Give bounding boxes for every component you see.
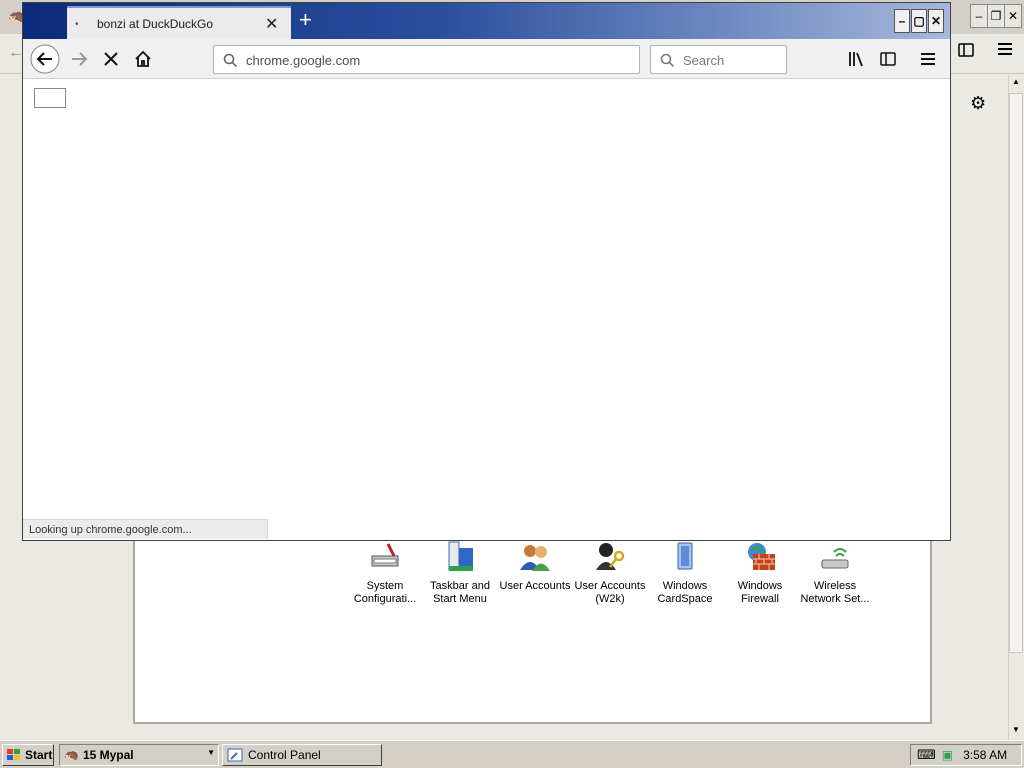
network-icon[interactable]: ▣ [942, 748, 953, 762]
search-input[interactable]: Search [650, 45, 787, 74]
search-placeholder: Search [683, 53, 725, 68]
cp-item-system-configuration[interactable]: System Configurati... [347, 538, 423, 606]
taskbar-item-control-panel[interactable]: Control Panel [222, 744, 382, 766]
control-panel-content: System Configurati... Taskbar and Start … [133, 538, 932, 724]
cp-item-label: User Accounts [499, 580, 571, 592]
cp-item-label: Windows Firewall [737, 580, 783, 605]
tab-loading-dot-icon: • [75, 19, 79, 30]
forward-button[interactable] [63, 43, 95, 75]
sidebar-icon [880, 52, 896, 66]
minimize-button[interactable]: – [894, 9, 910, 33]
cp-item-wireless-network-setup[interactable]: Wireless Network Set... [797, 538, 873, 606]
quick-launch-mypal[interactable]: 🦔 15 Mypal ▼ [59, 744, 219, 766]
bg-menu-icon[interactable] [998, 43, 1012, 58]
scrollbar-thumb[interactable] [1009, 93, 1023, 653]
search-icon [223, 53, 237, 67]
cp-item-label: System Configurati... [353, 580, 417, 605]
library-button[interactable] [841, 43, 873, 75]
cp-item-label: User Accounts (W2k) [574, 580, 646, 605]
taskbar-start-menu-icon [448, 541, 473, 571]
scroll-down-arrow-icon[interactable]: ▼ [1012, 725, 1020, 734]
windows-logo-icon [7, 749, 20, 760]
new-tab-button[interactable]: + [299, 7, 312, 33]
empty-input-box[interactable] [34, 88, 66, 108]
system-tray: ⌨ ▣ 3:58 AM [910, 744, 1022, 766]
cp-item-taskbar-start-menu[interactable]: Taskbar and Start Menu [422, 538, 498, 606]
status-bar: Looking up chrome.google.com... [23, 519, 268, 539]
clock[interactable]: 3:58 AM [963, 748, 1007, 762]
maximize-button[interactable]: ▢ [911, 9, 927, 33]
control-panel-icon [227, 748, 243, 762]
library-icon [849, 52, 863, 67]
bg-sidebar-icon[interactable] [958, 43, 974, 60]
firewall-icon [748, 543, 775, 570]
user-accounts-icon [520, 545, 550, 571]
foreground-browser-window: • bonzi at DuckDuckGo ✕ + – ▢ ✕ chrome.g… [22, 2, 951, 541]
keyboard-icon[interactable]: ⌨ [917, 747, 936, 763]
system-configuration-icon [371, 543, 399, 567]
taskbar-item-label: Control Panel [248, 748, 321, 762]
cp-item-label: Wireless Network Set... [800, 580, 870, 605]
mypal-icon: 🦔 [64, 748, 79, 762]
quick-launch-label: 15 Mypal [82, 748, 134, 762]
url-text: chrome.google.com [246, 53, 361, 68]
close-button[interactable]: ✕ [928, 9, 944, 33]
back-arrow-icon [30, 44, 60, 74]
cp-item-windows-firewall[interactable]: Windows Firewall [722, 538, 798, 606]
cardspace-icon [677, 542, 693, 570]
cp-item-label: Windows CardSpace [657, 580, 713, 605]
scroll-up-arrow-icon[interactable]: ▲ [1012, 77, 1020, 86]
tab-title: bonzi at DuckDuckGo [97, 17, 214, 31]
bg-minimize-button[interactable]: – [970, 4, 988, 28]
home-button[interactable] [127, 43, 159, 75]
stop-x-icon [104, 52, 118, 66]
stop-button[interactable] [95, 43, 127, 75]
home-icon [135, 50, 151, 67]
start-button[interactable]: Start [2, 744, 54, 766]
titlebar: • bonzi at DuckDuckGo ✕ + – ▢ ✕ [23, 3, 950, 39]
navigation-toolbar: chrome.google.com Search [23, 39, 950, 79]
tab-close-icon[interactable]: ✕ [265, 14, 278, 34]
taskbar: Start 🦔 15 Mypal ▼ Control Panel ⌨ ▣ 3:5… [0, 740, 1024, 768]
hamburger-menu-icon [921, 53, 935, 65]
wireless-network-icon [821, 548, 849, 569]
user-accounts-key-icon [596, 543, 625, 570]
cp-item-user-accounts-w2k[interactable]: User Accounts (W2k) [572, 538, 648, 606]
sidebar-button[interactable] [872, 43, 904, 75]
forward-arrow-icon [72, 52, 88, 66]
search-icon [660, 53, 674, 67]
bg-close-button[interactable]: ✕ [1004, 4, 1022, 28]
bg-restore-button[interactable]: ❐ [987, 4, 1005, 28]
back-button[interactable] [29, 43, 61, 75]
menu-button[interactable] [912, 43, 944, 75]
tab-bonzi[interactable]: • bonzi at DuckDuckGo ✕ [67, 6, 291, 39]
url-bar[interactable]: chrome.google.com [213, 45, 640, 74]
cp-item-user-accounts[interactable]: User Accounts [497, 538, 573, 593]
cp-item-windows-cardspace[interactable]: Windows CardSpace [647, 538, 723, 606]
cp-item-label: Taskbar and Start Menu [430, 580, 490, 605]
gear-icon[interactable]: ⚙ [970, 93, 986, 114]
page-content [23, 80, 950, 519]
dropdown-arrow-icon[interactable]: ▼ [207, 748, 215, 757]
start-label: Start [25, 748, 53, 762]
